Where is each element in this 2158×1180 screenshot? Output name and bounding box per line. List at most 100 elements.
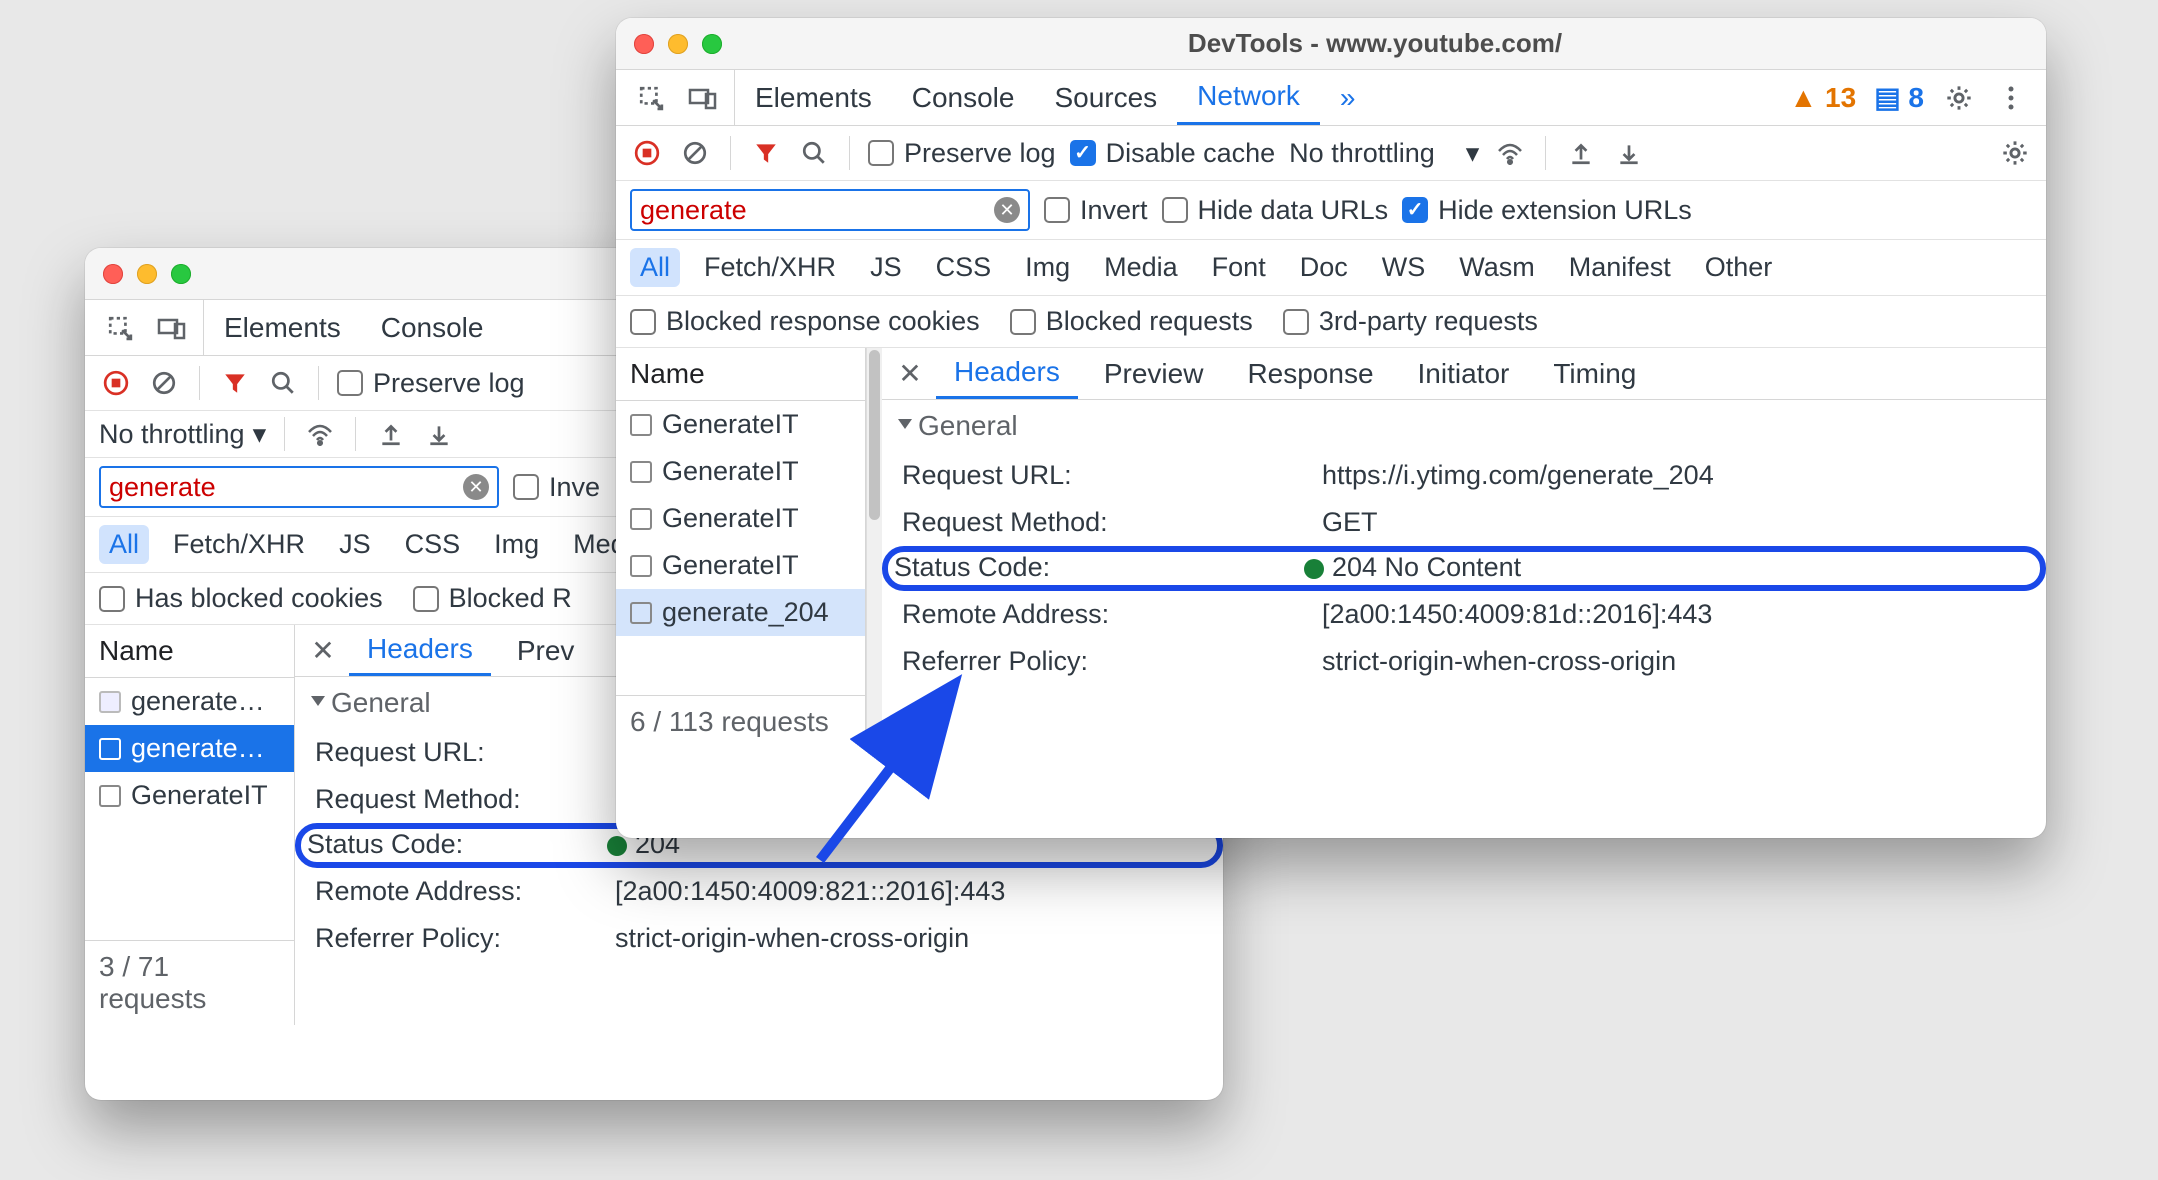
throttling-select[interactable]: No throttling ▾ <box>99 419 266 450</box>
download-icon[interactable] <box>422 417 456 451</box>
vertical-scrollbar[interactable] <box>866 348 882 748</box>
record-icon[interactable] <box>99 366 133 400</box>
request-row[interactable]: GenerateIT <box>616 542 865 589</box>
section-general[interactable]: General <box>882 400 2046 452</box>
close-details-icon[interactable]: ✕ <box>892 357 928 390</box>
warnings-badge[interactable]: ▲ 13 <box>1790 82 1857 114</box>
file-icon <box>630 461 652 483</box>
filter-css[interactable]: CSS <box>395 525 471 564</box>
filter-other[interactable]: Other <box>1695 248 1783 287</box>
invert-checkbox[interactable]: Invert <box>1044 195 1148 226</box>
filter-manifest[interactable]: Manifest <box>1559 248 1681 287</box>
filter-wasm[interactable]: Wasm <box>1449 248 1545 287</box>
tab-timing[interactable]: Timing <box>1535 348 1654 399</box>
request-row[interactable]: generate… <box>85 678 294 725</box>
chevron-down-icon: ▾ <box>253 419 267 450</box>
blocked-requests-checkbox[interactable]: Blocked requests <box>1010 306 1253 337</box>
search-icon[interactable] <box>797 136 831 170</box>
filter-input-field[interactable] <box>640 195 994 226</box>
filter-fetch[interactable]: Fetch/XHR <box>694 248 846 287</box>
window-controls <box>634 34 722 54</box>
request-row[interactable]: GenerateIT <box>85 772 294 819</box>
tab-preview[interactable]: Preview <box>1086 348 1222 399</box>
filter-ws[interactable]: WS <box>1372 248 1436 287</box>
name-column-header[interactable]: Name <box>85 625 294 678</box>
filter-icon[interactable] <box>749 136 783 170</box>
request-row[interactable]: GenerateIT <box>616 448 865 495</box>
clear-filter-icon[interactable]: ✕ <box>463 474 489 500</box>
upload-icon[interactable] <box>1564 136 1598 170</box>
third-party-checkbox[interactable]: 3rd-party requests <box>1283 306 1538 337</box>
network-settings-gear-icon[interactable] <box>1998 136 2032 170</box>
clear-filter-icon[interactable]: ✕ <box>994 197 1020 223</box>
search-icon[interactable] <box>266 366 300 400</box>
request-row[interactable]: generate_204 <box>616 589 865 636</box>
download-icon[interactable] <box>1612 136 1646 170</box>
tab-console[interactable]: Console <box>361 300 504 355</box>
filter-fetch[interactable]: Fetch/XHR <box>163 525 315 564</box>
inspect-icon[interactable] <box>634 81 668 115</box>
tab-headers[interactable]: Headers <box>349 625 491 676</box>
device-toggle-icon[interactable] <box>686 81 720 115</box>
request-row[interactable]: GenerateIT <box>616 401 865 448</box>
filter-font[interactable]: Font <box>1202 248 1276 287</box>
more-menu-icon[interactable] <box>1994 81 2028 115</box>
throttling-select[interactable]: No throttling ▾ <box>1289 138 1479 169</box>
filter-media[interactable]: Media <box>1094 248 1188 287</box>
filter-icon[interactable] <box>218 366 252 400</box>
wifi-icon[interactable] <box>303 417 337 451</box>
close-window-icon[interactable] <box>634 34 654 54</box>
filter-js[interactable]: JS <box>860 248 912 287</box>
filter-input[interactable]: ✕ <box>630 189 1030 231</box>
maximize-window-icon[interactable] <box>171 264 191 284</box>
clear-icon[interactable] <box>147 366 181 400</box>
filter-css[interactable]: CSS <box>926 248 1002 287</box>
request-row[interactable]: generate… <box>85 725 294 772</box>
has-blocked-cookies-checkbox[interactable]: Has blocked cookies <box>99 583 383 614</box>
filter-input[interactable]: ✕ <box>99 466 499 508</box>
settings-gear-icon[interactable] <box>1942 81 1976 115</box>
wifi-icon[interactable] <box>1493 136 1527 170</box>
maximize-window-icon[interactable] <box>702 34 722 54</box>
filter-all[interactable]: All <box>630 248 680 287</box>
filter-all[interactable]: All <box>99 525 149 564</box>
blocked-requests-checkbox[interactable]: Blocked R <box>413 583 572 614</box>
tab-sources[interactable]: Sources <box>1034 70 1177 125</box>
blocked-cookies-checkbox[interactable]: Blocked response cookies <box>630 306 980 337</box>
clear-icon[interactable] <box>678 136 712 170</box>
tab-initiator[interactable]: Initiator <box>1400 348 1528 399</box>
filter-img[interactable]: Img <box>1015 248 1080 287</box>
preserve-log-checkbox[interactable]: Preserve log <box>868 138 1056 169</box>
request-row[interactable]: GenerateIT <box>616 495 865 542</box>
hide-data-urls-checkbox[interactable]: Hide data URLs <box>1162 195 1389 226</box>
minimize-window-icon[interactable] <box>668 34 688 54</box>
tab-response[interactable]: Response <box>1229 348 1391 399</box>
name-column-header[interactable]: Name <box>616 348 865 401</box>
tab-preview[interactable]: Prev <box>499 625 593 676</box>
upload-icon[interactable] <box>374 417 408 451</box>
messages-badge[interactable]: ▤ 8 <box>1874 81 1924 114</box>
more-tabs[interactable]: » <box>1320 70 1376 125</box>
tab-network[interactable]: Network <box>1177 70 1320 125</box>
filter-input-field[interactable] <box>109 472 463 503</box>
tab-elements[interactable]: Elements <box>204 300 361 355</box>
disable-cache-checkbox[interactable]: Disable cache <box>1070 138 1276 169</box>
close-window-icon[interactable] <box>103 264 123 284</box>
remote-address-value: [2a00:1450:4009:81d::2016]:443 <box>1322 599 2026 630</box>
filter-js[interactable]: JS <box>329 525 381 564</box>
status-dot-icon <box>1304 559 1324 579</box>
minimize-window-icon[interactable] <box>137 264 157 284</box>
hide-extension-urls-checkbox[interactable]: Hide extension URLs <box>1402 195 1692 226</box>
close-details-icon[interactable]: ✕ <box>305 634 341 667</box>
tab-console[interactable]: Console <box>892 70 1035 125</box>
filter-doc[interactable]: Doc <box>1290 248 1358 287</box>
inspect-icon[interactable] <box>103 311 137 345</box>
tab-elements[interactable]: Elements <box>735 70 892 125</box>
filter-img[interactable]: Img <box>484 525 549 564</box>
record-icon[interactable] <box>630 136 664 170</box>
preserve-log-checkbox[interactable]: Preserve log <box>337 368 525 399</box>
device-toggle-icon[interactable] <box>155 311 189 345</box>
file-icon <box>630 555 652 577</box>
invert-checkbox[interactable]: Inve <box>513 472 600 503</box>
tab-headers[interactable]: Headers <box>936 348 1078 399</box>
